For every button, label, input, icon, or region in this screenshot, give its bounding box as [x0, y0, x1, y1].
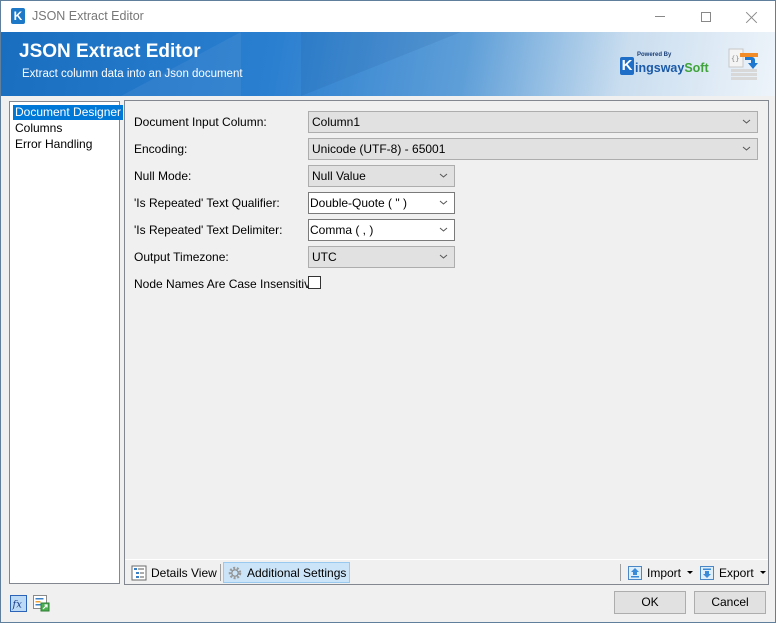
kingswaysoft-k-icon: K — [620, 57, 634, 75]
import-icon — [628, 565, 642, 580]
cancel-button[interactable]: Cancel — [694, 591, 766, 614]
null-mode-label: Null Mode: — [134, 169, 192, 183]
encoding-select[interactable]: Unicode (UTF-8) - 65001 — [308, 138, 758, 160]
title-bar: K JSON Extract Editor — [1, 1, 775, 32]
document-designer-panel: Document Input Column: Column1 Encoding:… — [124, 100, 769, 585]
minimize-icon — [655, 16, 665, 17]
json-document-icon: {} — [728, 48, 758, 80]
text-qualifier-label: 'Is Repeated' Text Qualifier: — [134, 196, 280, 210]
chevron-down-icon — [439, 254, 448, 259]
ok-button[interactable]: OK — [614, 591, 686, 614]
svg-text:fx: fx — [12, 600, 23, 611]
text-delimiter-select[interactable]: Comma ( , ) — [308, 219, 455, 241]
svg-text:{}: {} — [731, 55, 739, 63]
details-view-label: Details View — [151, 565, 217, 580]
maximize-button[interactable] — [683, 1, 729, 32]
details-view-icon — [131, 565, 147, 580]
import-label: Import — [647, 565, 682, 580]
banner-title: JSON Extract Editor — [19, 41, 201, 62]
maximize-icon — [701, 11, 711, 22]
case-insensitive-label: Node Names Are Case Insensitive: — [134, 277, 321, 291]
expression-fx-icon[interactable]: fx — [10, 595, 27, 612]
case-insensitive-checkbox[interactable] — [308, 276, 321, 289]
output-timezone-label: Output Timezone: — [134, 250, 229, 264]
nav-item-error-handling[interactable]: Error Handling — [13, 137, 94, 152]
window-title: JSON Extract Editor — [32, 9, 144, 23]
kingsway-app-icon: K — [11, 8, 25, 24]
details-view-button[interactable]: Details View — [128, 562, 220, 583]
text-delimiter-value: Comma ( , ) — [310, 223, 374, 237]
variables-icon[interactable] — [33, 595, 50, 612]
chevron-down-icon — [439, 227, 448, 232]
null-mode-value: Null Value — [312, 169, 366, 183]
chevron-down-icon — [742, 119, 751, 124]
chevron-down-icon — [742, 146, 751, 151]
document-input-column-value: Column1 — [312, 115, 361, 129]
additional-settings-label: Additional Settings — [247, 565, 347, 580]
document-input-column-select[interactable]: Column1 — [308, 111, 758, 133]
import-dropdown-arrow-icon — [687, 571, 694, 574]
export-button[interactable]: Export — [696, 562, 769, 583]
export-dropdown-arrow-icon — [759, 571, 766, 574]
toolbar-separator — [620, 564, 621, 581]
banner-decoration — [301, 32, 461, 96]
navigation-panel: Document Designer Columns Error Handling — [9, 101, 124, 584]
output-timezone-select[interactable]: UTC — [308, 246, 455, 268]
text-qualifier-select[interactable]: Double-Quote ( " ) — [308, 192, 455, 214]
nav-item-document-designer[interactable]: Document Designer — [13, 105, 124, 120]
gear-icon — [228, 566, 242, 579]
kingswaysoft-logo: K Powered By ingswaySoft — [620, 52, 709, 75]
toolbar-separator — [220, 564, 221, 581]
brand-accent: Soft — [684, 61, 709, 75]
banner-subtitle: Extract column data into an Json documen… — [22, 68, 243, 80]
export-icon — [700, 565, 714, 580]
text-delimiter-label: 'Is Repeated' Text Delimiter: — [134, 223, 283, 237]
document-input-column-label: Document Input Column: — [134, 115, 267, 129]
import-button[interactable]: Import — [624, 562, 696, 583]
json-extract-editor-window: K JSON Extract Editor JSON Extract Edito… — [0, 0, 776, 623]
output-timezone-value: UTC — [312, 250, 337, 264]
encoding-label: Encoding: — [134, 142, 188, 156]
powered-by-text: Powered By — [637, 52, 672, 58]
close-button[interactable] — [729, 1, 775, 32]
export-label: Export — [719, 565, 754, 580]
null-mode-select[interactable]: Null Value — [308, 165, 455, 187]
minimize-button[interactable] — [637, 1, 683, 32]
chevron-down-icon — [439, 200, 448, 205]
encoding-value: Unicode (UTF-8) - 65001 — [312, 142, 446, 156]
designer-toolbar: Details View Additional Settings Import — [125, 559, 768, 584]
additional-settings-button[interactable]: Additional Settings — [223, 562, 351, 583]
close-icon — [746, 11, 758, 23]
text-qualifier-value: Double-Quote ( " ) — [310, 196, 407, 210]
nav-item-columns[interactable]: Columns — [13, 121, 64, 136]
chevron-down-icon — [439, 173, 448, 178]
brand-name: ingsway — [635, 61, 685, 75]
